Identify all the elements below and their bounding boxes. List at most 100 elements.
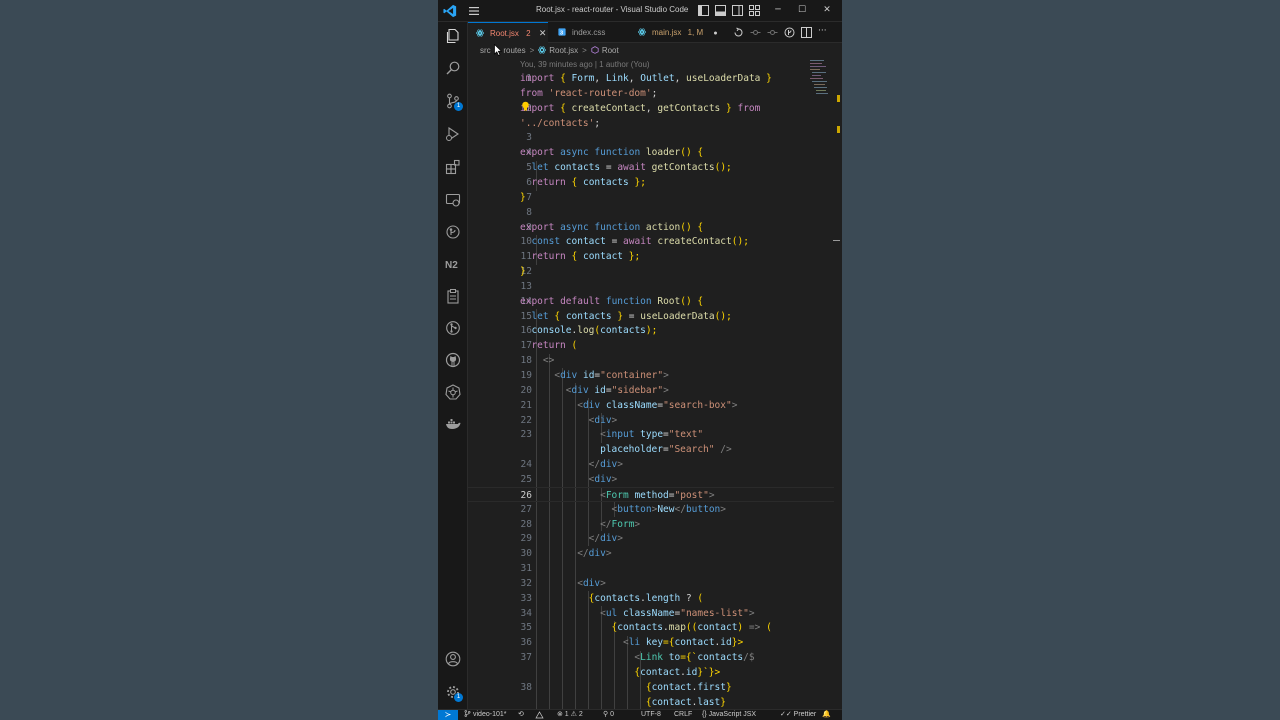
code-line[interactable]: 23 <input type="text"	[468, 427, 834, 442]
notifications-bell-icon[interactable]: 🔔	[822, 710, 831, 720]
code-line[interactable]: 16 console.log(contacts);	[468, 323, 834, 338]
activity-docker[interactable]	[445, 416, 461, 432]
activity-git-graph[interactable]	[445, 320, 461, 336]
code-line[interactable]: 11 return { contact };	[468, 249, 834, 264]
code-line[interactable]: 37 <Link to={`contacts/$	[468, 650, 834, 665]
breadcrumb-symbol[interactable]: Root	[602, 46, 619, 55]
git-blame-codelens[interactable]: You, 39 minutes ago | 1 author (You)	[520, 60, 650, 69]
code-line[interactable]: 8	[468, 205, 834, 220]
code-line[interactable]: '../contacts';	[468, 116, 834, 131]
activity-clipboard[interactable]	[445, 288, 461, 304]
code-line[interactable]: 29 </div>	[468, 531, 834, 546]
menu-hamburger-icon[interactable]	[468, 5, 480, 17]
code-line[interactable]: 36 <li key={contact.id}>	[468, 635, 834, 650]
prettier-status[interactable]: ✓✓ Prettier	[780, 710, 816, 720]
code-line[interactable]: 30 </div>	[468, 546, 834, 561]
activity-manage[interactable]: 1	[445, 684, 463, 702]
activity-accounts[interactable]	[445, 651, 461, 667]
code-line[interactable]: 5 let contacts = await getContacts();	[468, 160, 834, 175]
split-editor-icon[interactable]	[801, 27, 812, 38]
code-line[interactable]: 21 <div className="search-box">	[468, 398, 834, 413]
code-line[interactable]: 28 </Form>	[468, 517, 834, 532]
code-line[interactable]: 22 <div>	[468, 413, 834, 428]
close-window-button[interactable]: ✕	[821, 4, 833, 16]
css-file-icon: 3	[558, 28, 566, 36]
code-line[interactable]: 27 <button>New</button>	[468, 502, 834, 517]
activity-remote-explorer[interactable]	[445, 192, 461, 208]
code-line[interactable]: {contact.last}	[468, 695, 834, 710]
ports-status[interactable]: ⚲ 0	[603, 710, 614, 720]
activity-run-debug[interactable]	[445, 126, 461, 142]
breadcrumb-file[interactable]: Root.jsx	[549, 46, 578, 55]
code-line[interactable]: {contact.id}`}>	[468, 665, 834, 680]
activity-explorer[interactable]	[445, 28, 461, 44]
tab-status: 1, M	[687, 28, 704, 37]
language-status[interactable]: {} JavaScript JSX	[702, 710, 756, 720]
code-line[interactable]: from 'react-router-dom';	[468, 86, 834, 101]
breadcrumb-src[interactable]: src	[480, 46, 491, 55]
code-line[interactable]: 25 <div>	[468, 472, 834, 487]
layout-sidebar-right-icon[interactable]	[732, 5, 743, 16]
code-line[interactable]: 19 <div id="container">	[468, 368, 834, 383]
breadcrumb-routes[interactable]: routes	[503, 46, 525, 55]
activity-n2[interactable]: N2	[445, 256, 461, 272]
code-line[interactable]: 3	[468, 130, 834, 145]
code-editor[interactable]: 1 import { Form, Link, Outlet, useLoaderD…	[468, 71, 834, 709]
eol-status[interactable]: CRLF	[674, 710, 692, 720]
code-line[interactable]: 24 </div>	[468, 457, 834, 472]
tab-main-jsx[interactable]: main.jsx 1, M ●	[632, 22, 744, 43]
line-code: console.log(contacts);	[531, 325, 658, 337]
code-line[interactable]: 13	[468, 279, 834, 294]
code-line[interactable]: 32 <div>	[468, 576, 834, 591]
code-line[interactable]: 12}	[468, 264, 834, 279]
code-line[interactable]: 34 <ul className="names-list">	[468, 606, 834, 621]
open-changes-icon[interactable]	[733, 27, 744, 38]
gitlens-status[interactable]	[535, 711, 545, 720]
code-line[interactable]: 17 return (	[468, 338, 834, 353]
minimize-button[interactable]: ─	[772, 4, 784, 16]
tab-index-css[interactable]: 3 index.css	[552, 22, 630, 43]
previous-change-icon[interactable]	[750, 27, 761, 38]
line-code: return (	[531, 340, 578, 352]
code-line[interactable]: 4 export async function loader() {	[468, 145, 834, 160]
activity-extensions[interactable]	[445, 159, 461, 175]
encoding-status[interactable]: UTF-8	[641, 710, 661, 720]
activity-github[interactable]	[445, 352, 461, 368]
problems-status[interactable]: ⊗ 1 ⚠ 2	[557, 710, 583, 720]
code-line[interactable]: 33 {contacts.length ? (	[468, 591, 834, 606]
code-line[interactable]: 20 <div id="sidebar">	[468, 383, 834, 398]
remote-indicator[interactable]: ≻	[438, 710, 458, 720]
more-actions-icon[interactable]: ···	[818, 26, 829, 37]
git-lens-icon[interactable]	[784, 27, 795, 38]
code-line[interactable]: placeholder="Search" />	[468, 442, 834, 457]
next-change-icon[interactable]	[767, 27, 778, 38]
code-line[interactable]: 38 {contact.first}	[468, 680, 834, 695]
code-line[interactable]: 31	[468, 561, 834, 576]
breadcrumb-separator: >	[582, 46, 587, 55]
code-line[interactable]: 18 <>	[468, 353, 834, 368]
code-line[interactable]: 9 export async function action() {	[468, 220, 834, 235]
code-line[interactable]: 35 {contacts.map((contact) => (	[468, 620, 834, 635]
code-line[interactable]: 26 <Form method="post">	[468, 486, 834, 502]
code-line[interactable]: 14 export default function Root() {	[468, 294, 834, 309]
customize-layout-icon[interactable]	[749, 5, 760, 16]
code-line[interactable]: 1 import { Form, Link, Outlet, useLoaderD…	[468, 71, 834, 86]
code-line[interactable]: 15 let { contacts } = useLoaderData();	[468, 309, 834, 324]
code-line[interactable]: 10 const contact = await createContact()…	[468, 234, 834, 249]
sync-icon[interactable]: ⟲	[518, 710, 524, 720]
layout-sidebar-left-icon[interactable]	[698, 5, 709, 16]
tab-close-icon[interactable]: ✕	[539, 28, 547, 38]
code-line[interactable]: 7}	[468, 190, 834, 205]
line-number: 3	[526, 132, 532, 144]
maximize-button[interactable]: ☐	[796, 4, 808, 16]
layout-panel-icon[interactable]	[715, 5, 726, 16]
branch-status[interactable]: video-101*	[464, 710, 506, 720]
code-line[interactable]: 6 return { contacts };	[468, 175, 834, 190]
activity-kubernetes[interactable]	[445, 384, 461, 400]
minimap[interactable]	[810, 58, 832, 108]
lightbulb-icon[interactable]	[521, 101, 530, 112]
activity-search[interactable]	[445, 60, 461, 76]
activity-gitlens[interactable]	[445, 224, 461, 240]
tab-root-jsx[interactable]: Root.jsx 2 ✕	[468, 22, 548, 43]
activity-source-control[interactable]: 1	[445, 93, 463, 111]
